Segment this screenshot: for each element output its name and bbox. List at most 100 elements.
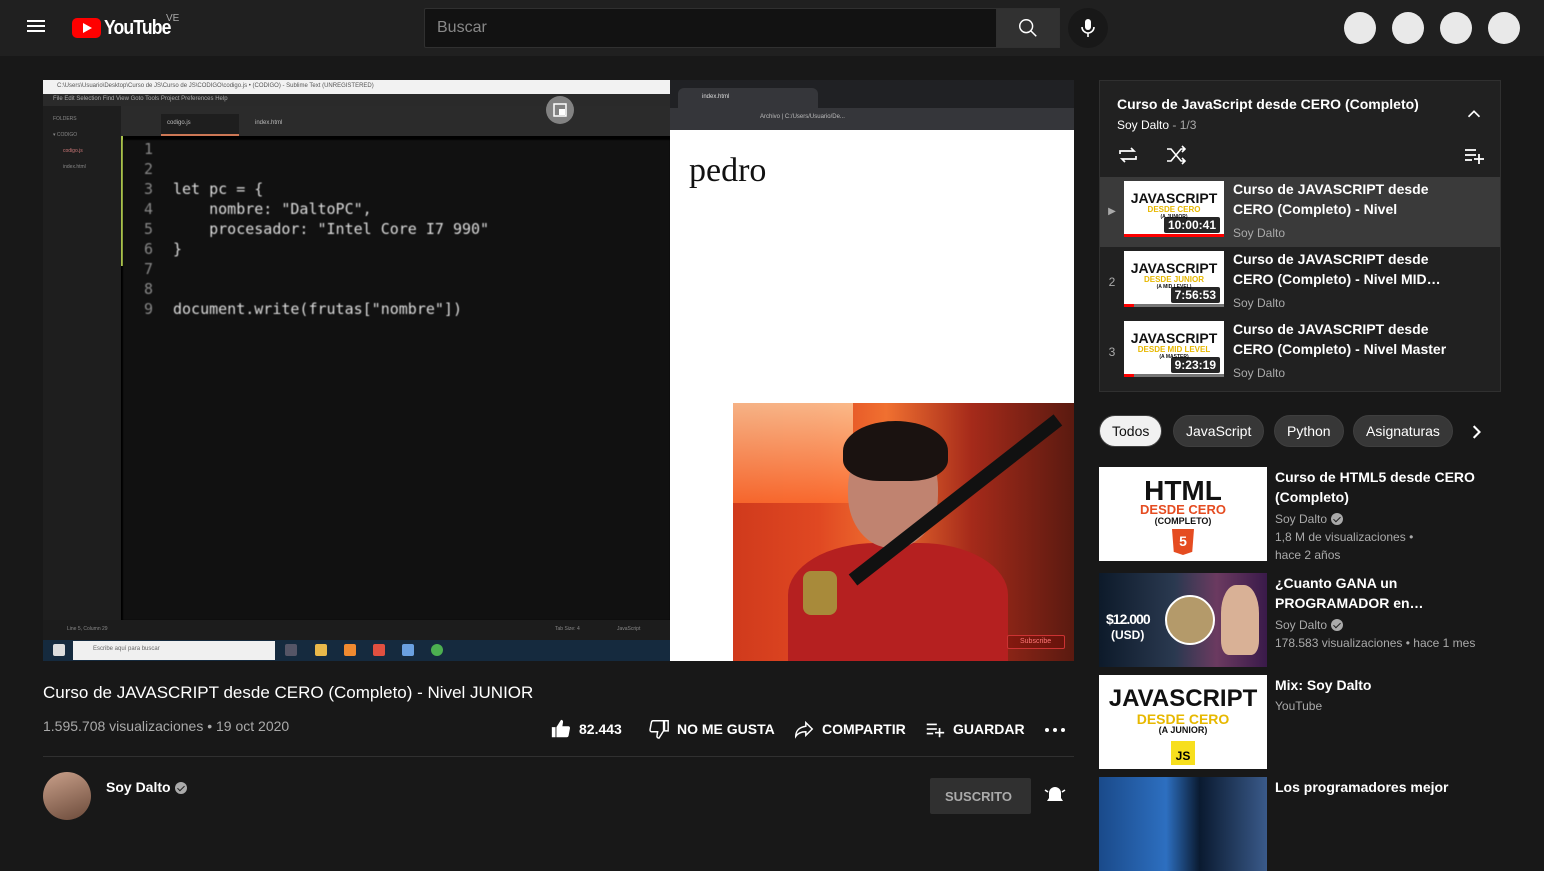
subscribed-button[interactable]: SUSCRITO	[930, 778, 1031, 814]
loop-icon[interactable]	[1116, 143, 1140, 172]
video-thumbnail	[1099, 777, 1267, 871]
share-icon	[795, 720, 814, 739]
video-title: Los programadores mejor	[1275, 779, 1449, 795]
html5-badge-icon: 5	[1172, 529, 1194, 555]
recommended-mix[interactable]: JAVASCRIPT DESDE CERO (A JUNIOR) JS Mix:…	[1099, 675, 1501, 769]
search-input[interactable]	[425, 9, 996, 47]
playlist-item-index: 2	[1108, 275, 1116, 289]
video-thumbnail: HTML DESDE CERO (COMPLETO) 5	[1099, 467, 1267, 561]
app-icon	[373, 644, 385, 656]
search-box	[424, 8, 997, 48]
miniplayer-icon[interactable]	[546, 96, 574, 124]
search-button[interactable]	[996, 8, 1060, 48]
editor-menu-text: File Edit Selection Find View Goto Tools…	[53, 96, 228, 102]
chip-asignaturas[interactable]: Asignaturas	[1353, 415, 1453, 447]
code-line: 3 let pc = {	[143, 180, 264, 198]
recommended-video[interactable]: Los programadores mejor	[1099, 777, 1501, 871]
video-age: hace 2 años	[1275, 548, 1341, 562]
browser-tab: index.html	[678, 88, 818, 108]
editor-sidebar: FOLDERS ▾ CODIGO codigo.js index.html	[43, 106, 121, 641]
thumbs-up-icon	[551, 719, 571, 738]
browser-tabs: index.html	[670, 80, 1074, 108]
video-title: Curso de JAVASCRIPT desde CERO (Completo…	[43, 683, 534, 702]
microphone-icon	[1081, 19, 1095, 37]
code-line: 2	[143, 160, 153, 178]
channel-avatar[interactable]	[43, 772, 91, 820]
hamburger-menu-icon[interactable]	[24, 16, 48, 40]
create-button[interactable]	[1344, 12, 1376, 44]
logo-text: YouTube	[104, 16, 171, 39]
editor-menubar: File Edit Selection Find View Goto Tools…	[43, 94, 670, 106]
account-avatar[interactable]	[1488, 12, 1520, 44]
watch-progress	[1124, 234, 1224, 237]
recommended-video[interactable]: HTML DESDE CERO (COMPLETO) 5 Curso de HT…	[1099, 467, 1501, 562]
code-line: 9 document.write(frutas["nombre"])	[143, 300, 462, 318]
save-button[interactable]: GUARDAR	[924, 716, 1025, 742]
video-title: Mix: Soy Dalto	[1275, 677, 1372, 693]
notifications-button[interactable]	[1440, 12, 1472, 44]
video-player[interactable]: C:\Users\Usuario\Desktop\Curso de JS\Cur…	[43, 80, 1074, 661]
share-button[interactable]: COMPARTIR	[793, 716, 906, 742]
share-label: COMPARTIR	[822, 721, 906, 737]
chip-javascript[interactable]: JavaScript	[1173, 415, 1265, 447]
windows-start-icon	[53, 644, 65, 656]
like-button[interactable]: 82.443	[550, 716, 622, 742]
dislike-button[interactable]: NO ME GUSTA	[648, 716, 775, 742]
playlist-channel[interactable]: Soy Dalto	[1117, 118, 1169, 132]
playlist-title[interactable]: Curso de JavaScript desde CERO (Completo…	[1117, 96, 1419, 112]
editor-status-tabsize: Tab Size: 4	[555, 626, 580, 632]
chrome-icon	[431, 644, 443, 656]
playlist-item-title: Curso de JAVASCRIPT desde CERO (Completo…	[1233, 321, 1447, 357]
voice-search-button[interactable]	[1068, 8, 1108, 48]
video-title: Curso de HTML5 desde CERO (Completo)	[1275, 469, 1475, 505]
watch-progress	[1124, 304, 1224, 307]
video-views-date: 1.595.708 visualizaciones • 19 oct 2020	[43, 718, 290, 734]
playlist-item[interactable]: 2 JAVASCRIPTDESDE JUNIOR(A MID LEVEL) 7:…	[1100, 247, 1500, 317]
shuffle-icon[interactable]	[1164, 143, 1188, 172]
dislike-label: NO ME GUSTA	[677, 721, 775, 737]
video-thumbnail: JAVASCRIPT DESDE CERO (A JUNIOR) JS	[1099, 675, 1267, 769]
chevron-right-icon[interactable]	[1462, 418, 1490, 446]
editor-statusbar: Line 5, Column 29 Tab Size: 4 JavaScript	[43, 620, 670, 640]
like-count: 82.443	[579, 721, 622, 737]
editor-status-syntax: JavaScript	[617, 626, 641, 632]
playlist-item[interactable]: ▶ JAVASCRIPTDESDE CERO(A JUNIOR) 10:00:4…	[1100, 177, 1500, 247]
duration-badge: 10:00:41	[1163, 217, 1220, 233]
collapse-chevron-up-icon[interactable]	[1463, 103, 1485, 130]
playlist-item-channel: Soy Dalto	[1233, 296, 1286, 310]
apps-button[interactable]	[1392, 12, 1424, 44]
video-title: ¿Cuanto GANA un PROGRAMADOR en…	[1275, 575, 1424, 611]
code-line: 1	[143, 140, 153, 158]
channel-name-link[interactable]: Soy Dalto	[106, 779, 187, 795]
playlist-item-thumbnail: JAVASCRIPTDESDE MID LEVEL(A MASTER) 9:23…	[1124, 321, 1224, 377]
editor-tab: codigo.js	[161, 114, 239, 136]
recommended-video[interactable]: $12.000 (USD) ¿Cuanto GANA un PROGRAMADO…	[1099, 573, 1501, 667]
bell-icon[interactable]	[1043, 784, 1067, 813]
folder-icon	[315, 644, 327, 656]
duration-badge: 7:56:53	[1170, 287, 1220, 303]
playlist-item[interactable]: 3 JAVASCRIPTDESDE MID LEVEL(A MASTER) 9:…	[1100, 317, 1500, 387]
app-icon	[402, 644, 414, 656]
playlist-position: - 1/3	[1169, 118, 1197, 132]
editor-tabs: codigo.js index.html	[121, 106, 670, 136]
editor-titlebar: C:\Users\Usuario\Desktop\Curso de JS\Cur…	[43, 80, 670, 94]
save-playlist-icon[interactable]	[1462, 143, 1486, 172]
chip-python[interactable]: Python	[1274, 415, 1344, 447]
playlist-item-index: 3	[1108, 345, 1116, 359]
video-views: 178.583 visualizaciones • hace 1 mes	[1275, 636, 1476, 650]
code-area: 1 2 3 let pc = { 4 nombre: "DaltoPC", 5 p…	[123, 140, 670, 620]
subscribe-watermark[interactable]: Subscribe	[1007, 635, 1065, 649]
playlist-item-title: Curso de JAVASCRIPT desde CERO (Completo…	[1233, 251, 1441, 287]
webcam-overlay	[733, 403, 1074, 661]
duration-badge: 9:23:19	[1170, 357, 1220, 373]
country-code: VE	[166, 13, 180, 24]
chip-todos[interactable]: Todos	[1099, 415, 1163, 447]
playlist-item-thumbnail: JAVASCRIPTDESDE JUNIOR(A MID LEVEL) 7:56…	[1124, 251, 1224, 307]
taskbar-search: Escribe aquí para buscar	[73, 641, 275, 660]
youtube-logo[interactable]: YouTube	[72, 16, 180, 40]
video-channel: Soy Dalto	[1275, 618, 1344, 632]
more-actions-icon[interactable]	[1043, 720, 1067, 745]
video-channel: YouTube	[1275, 699, 1323, 713]
code-line: 5 procesador: "Intel Core I7 990"	[143, 220, 490, 238]
playlist-subtitle: Soy Dalto - 1/3	[1117, 118, 1196, 132]
